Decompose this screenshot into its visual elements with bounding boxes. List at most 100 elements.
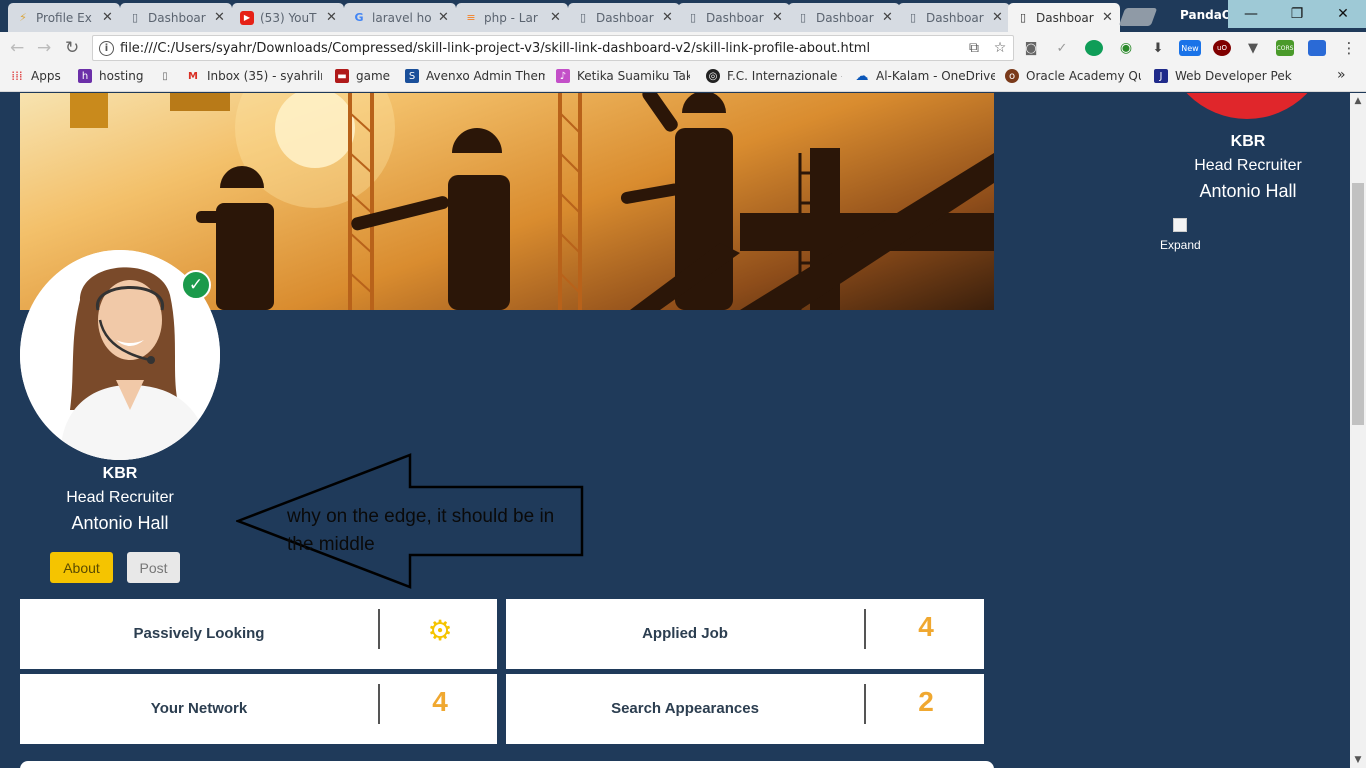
browser-tab[interactable]: ▯ Dashboar ✕ (568, 3, 680, 32)
inter-icon: ◎ (706, 69, 720, 83)
close-icon[interactable]: ✕ (550, 10, 562, 25)
profile-icon: ⚡ (19, 11, 27, 24)
bookmark-star-icon[interactable]: ☆ (987, 40, 1013, 56)
globe-icon[interactable]: ◉ (1117, 40, 1135, 56)
extension-icon[interactable] (1308, 40, 1326, 56)
page-scrollbar[interactable]: ▲ ▼ (1350, 93, 1366, 768)
tab-title: php - Lar (484, 10, 538, 25)
close-icon[interactable]: ✕ (992, 10, 1004, 25)
bookmark-inter[interactable]: ◎ F.C. Internazionale - (706, 69, 842, 83)
bookmark-game[interactable]: ▬ game (335, 69, 390, 83)
game-icon: ▬ (335, 69, 349, 83)
page-icon: ▯ (909, 11, 917, 24)
camera-icon[interactable]: ◙ (1022, 40, 1040, 56)
browser-tab[interactable]: ▯ Dashboar ✕ (120, 3, 232, 32)
scrollbar-thumb[interactable] (1352, 183, 1364, 425)
browser-tab[interactable]: ▯ Dashboar ✕ (898, 3, 1010, 32)
reload-icon[interactable]: ↻ (65, 38, 79, 58)
stat-divider (378, 609, 380, 649)
tab-title: Dashboar (148, 10, 206, 25)
browser-tab[interactable]: ▶ (53) YouT ✕ (232, 3, 344, 32)
bookmark-label: Web Developer Peke (1175, 69, 1292, 83)
expand-icon[interactable] (1173, 218, 1187, 232)
url-text[interactable]: file:///C:/Users/syahr/Downloads/Compres… (120, 41, 961, 56)
close-icon[interactable]: ✕ (326, 10, 338, 25)
close-window-button[interactable]: ✕ (1320, 0, 1366, 28)
apps-grid-icon: ⁞⁞⁞ (11, 69, 23, 83)
cors-label: CORS (1276, 44, 1294, 52)
annotation-text: why on the edge, it should be in the mid… (287, 506, 555, 555)
bookmarks-bar: ⁞⁞⁞ Apps h hosting ▯ M Inbox (35) - syah… (0, 63, 1366, 92)
browser-tab-active[interactable]: ▯ Dashboar ✕ (1008, 3, 1120, 32)
stat-value: 2 (918, 686, 934, 717)
stat-card-search-appearances[interactable]: Search Appearances 2 (506, 674, 984, 744)
bookmark-onedrive[interactable]: ☁ Al-Kalam - OneDrive (855, 69, 996, 83)
download-icon[interactable]: ⬇ (1149, 40, 1167, 56)
bookmark-page[interactable]: ▯ (158, 69, 179, 83)
expand-label[interactable]: Expand (1160, 238, 1201, 252)
post-button[interactable]: Post (127, 552, 180, 583)
bookmark-label: Ketika Suamiku Tak C (577, 69, 690, 83)
close-icon[interactable]: ✕ (662, 10, 674, 25)
cors-icon[interactable]: CORS (1276, 40, 1294, 56)
minimize-button[interactable]: — (1228, 0, 1274, 28)
ublock-icon[interactable]: uO (1213, 40, 1231, 56)
bookmark-label: Oracle Academy Qui (1026, 69, 1141, 83)
menu-icon[interactable]: ⋮ (1340, 39, 1358, 57)
bookmark-ketika[interactable]: ♪ Ketika Suamiku Tak C (556, 69, 690, 83)
maximize-button[interactable]: ❐ (1274, 0, 1320, 28)
bookmarks-overflow-icon[interactable]: » (1337, 67, 1346, 83)
bookmark-label: Apps (31, 69, 61, 83)
scroll-up-icon[interactable]: ▲ (1350, 93, 1366, 109)
bookmark-apps[interactable]: ⁞⁞⁞ Apps (10, 69, 61, 83)
stat-label: Search Appearances (611, 700, 759, 717)
back-icon[interactable]: ← (10, 38, 24, 58)
browser-tab[interactable]: G laravel ho ✕ (344, 3, 456, 32)
profile-info: KBR Head Recruiter Antonio Hall (20, 465, 220, 534)
hangouts-icon[interactable] (1085, 40, 1103, 56)
bookmark-label: Al-Kalam - OneDrive (876, 69, 995, 83)
scroll-down-icon[interactable]: ▼ (1350, 752, 1366, 768)
stat-value: 4 (918, 611, 934, 642)
browser-tab[interactable]: ▯ Dashboar ✕ (788, 3, 900, 32)
tab-title: laravel ho (372, 10, 432, 25)
stat-card-passively-looking[interactable]: Passively Looking ⚙ (20, 599, 497, 669)
vivaldi-icon[interactable]: ▼ (1244, 40, 1262, 56)
bookmark-inbox[interactable]: M Inbox (35) - syahrilr5 (186, 69, 322, 83)
check-icon[interactable]: ✓ (1053, 40, 1071, 56)
close-icon[interactable]: ✕ (438, 10, 450, 25)
close-icon[interactable]: ✕ (102, 10, 114, 25)
close-icon[interactable]: ✕ (772, 10, 784, 25)
translate-icon[interactable]: ⧉ (961, 40, 987, 56)
stat-card-your-network[interactable]: Your Network 4 (20, 674, 497, 744)
new-tab-button[interactable] (1118, 8, 1158, 26)
page-viewport: ✓ KBR Head Recruiter Antonio Hall About … (0, 93, 1350, 768)
gear-icon[interactable]: ⚙ (425, 616, 455, 646)
stat-label: Passively Looking (133, 625, 265, 642)
close-icon[interactable]: ✕ (214, 10, 226, 25)
bookmark-avenxo[interactable]: S Avenxo Admin Them (405, 69, 545, 83)
about-button[interactable]: About (50, 552, 113, 583)
verified-check-icon: ✓ (181, 270, 211, 300)
bookmark-hosting[interactable]: h hosting (78, 69, 143, 83)
profile-name: Antonio Hall (71, 513, 169, 533)
address-bar[interactable]: i file:///C:/Users/syahr/Downloads/Compr… (92, 35, 1014, 61)
close-icon[interactable]: ✕ (1102, 10, 1114, 25)
bookmark-oracle[interactable]: o Oracle Academy Qui (1005, 69, 1141, 83)
close-icon[interactable]: ✕ (882, 10, 894, 25)
bookmark-label: hosting (99, 69, 144, 83)
browser-tab[interactable]: ⚡ Profile Ex ✕ (8, 3, 120, 32)
profile-company: KBR (102, 465, 138, 482)
onedrive-icon: ☁ (855, 69, 869, 83)
profile-role: Head Recruiter (66, 489, 174, 506)
bookmark-label: game (356, 69, 391, 83)
info-icon[interactable]: i (99, 40, 114, 56)
browser-tabstrip: ⚡ Profile Ex ✕ ▯ Dashboar ✕ ▶ (53) YouT … (0, 0, 1366, 32)
stat-card-applied-job[interactable]: Applied Job 4 (506, 599, 984, 669)
bookmark-webdev[interactable]: J Web Developer Peke (1154, 69, 1292, 83)
browser-tab[interactable]: ≡ php - Lar ✕ (456, 3, 568, 32)
browser-profile-name[interactable]: PandaO (1180, 8, 1232, 22)
new-badge-icon[interactable]: New (1179, 40, 1201, 56)
browser-tab[interactable]: ▯ Dashboar ✕ (678, 3, 790, 32)
forward-icon[interactable]: → (37, 38, 51, 58)
